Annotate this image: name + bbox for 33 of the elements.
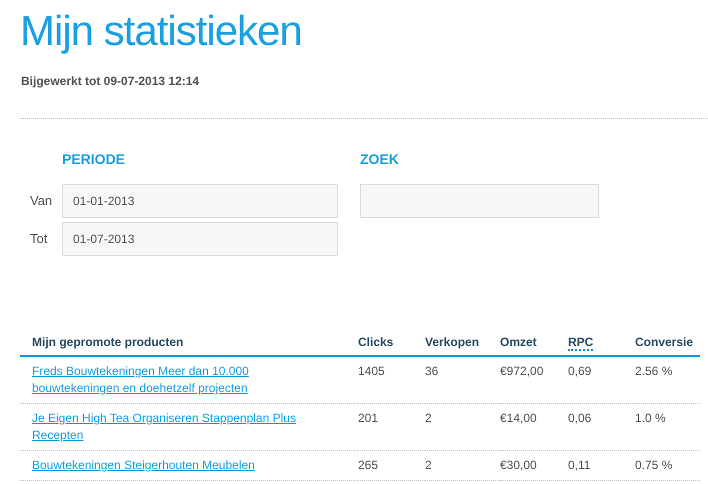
table-cell: 0,11 [568,458,590,472]
table-cell: 2 [425,411,432,425]
updated-text: Bijgewerkt tot 09-07-2013 12:14 [21,73,200,90]
page-title: Mijn statistieken [20,6,302,56]
table-cell: 0,06 [568,411,592,425]
table-cell: 0,69 [568,364,592,378]
product-link[interactable]: Bouwtekeningen Steigerhouten Meubelen [32,457,318,474]
section-heading: ZOEK [360,150,399,169]
table-cell: €972,00 [500,364,544,378]
column-header: Verkopen [425,334,480,348]
date-field[interactable]: 01-07-2013 [62,222,338,256]
column-header: Omzet [500,334,537,348]
table-cell: 201 [358,411,378,425]
field-label: Tot [30,230,48,248]
column-header: Conversie [635,334,694,348]
date-field[interactable]: 01-01-2013 [62,184,338,218]
product-link[interactable]: Freds Bouwtekeningen Meer dan 10.000 bouwtekeningen en doehetzelf projecten [32,363,318,397]
table-cell: 2.56 % [635,364,672,378]
column-header: Clicks [358,334,394,348]
product-link[interactable]: Je Eigen High Tea Organiseren Stappenplan Plus Recepten [32,410,318,444]
table-cell: 1.0 % [635,411,666,425]
column-header: RPC [568,334,594,350]
search-field[interactable] [360,184,599,218]
table-cell: €30,00 [500,458,537,472]
table-cell: 36 [425,364,438,378]
table-cell: 2 [425,458,432,472]
table-cell: 265 [358,458,378,472]
table-cell: €14,00 [500,411,537,425]
table-cell: 1405 [358,364,385,378]
column-header: Mijn gepromote producten [32,334,184,348]
table-cell: 0.75 % [635,458,672,472]
section-heading: PERIODE [62,150,126,169]
field-label: Van [30,192,54,210]
